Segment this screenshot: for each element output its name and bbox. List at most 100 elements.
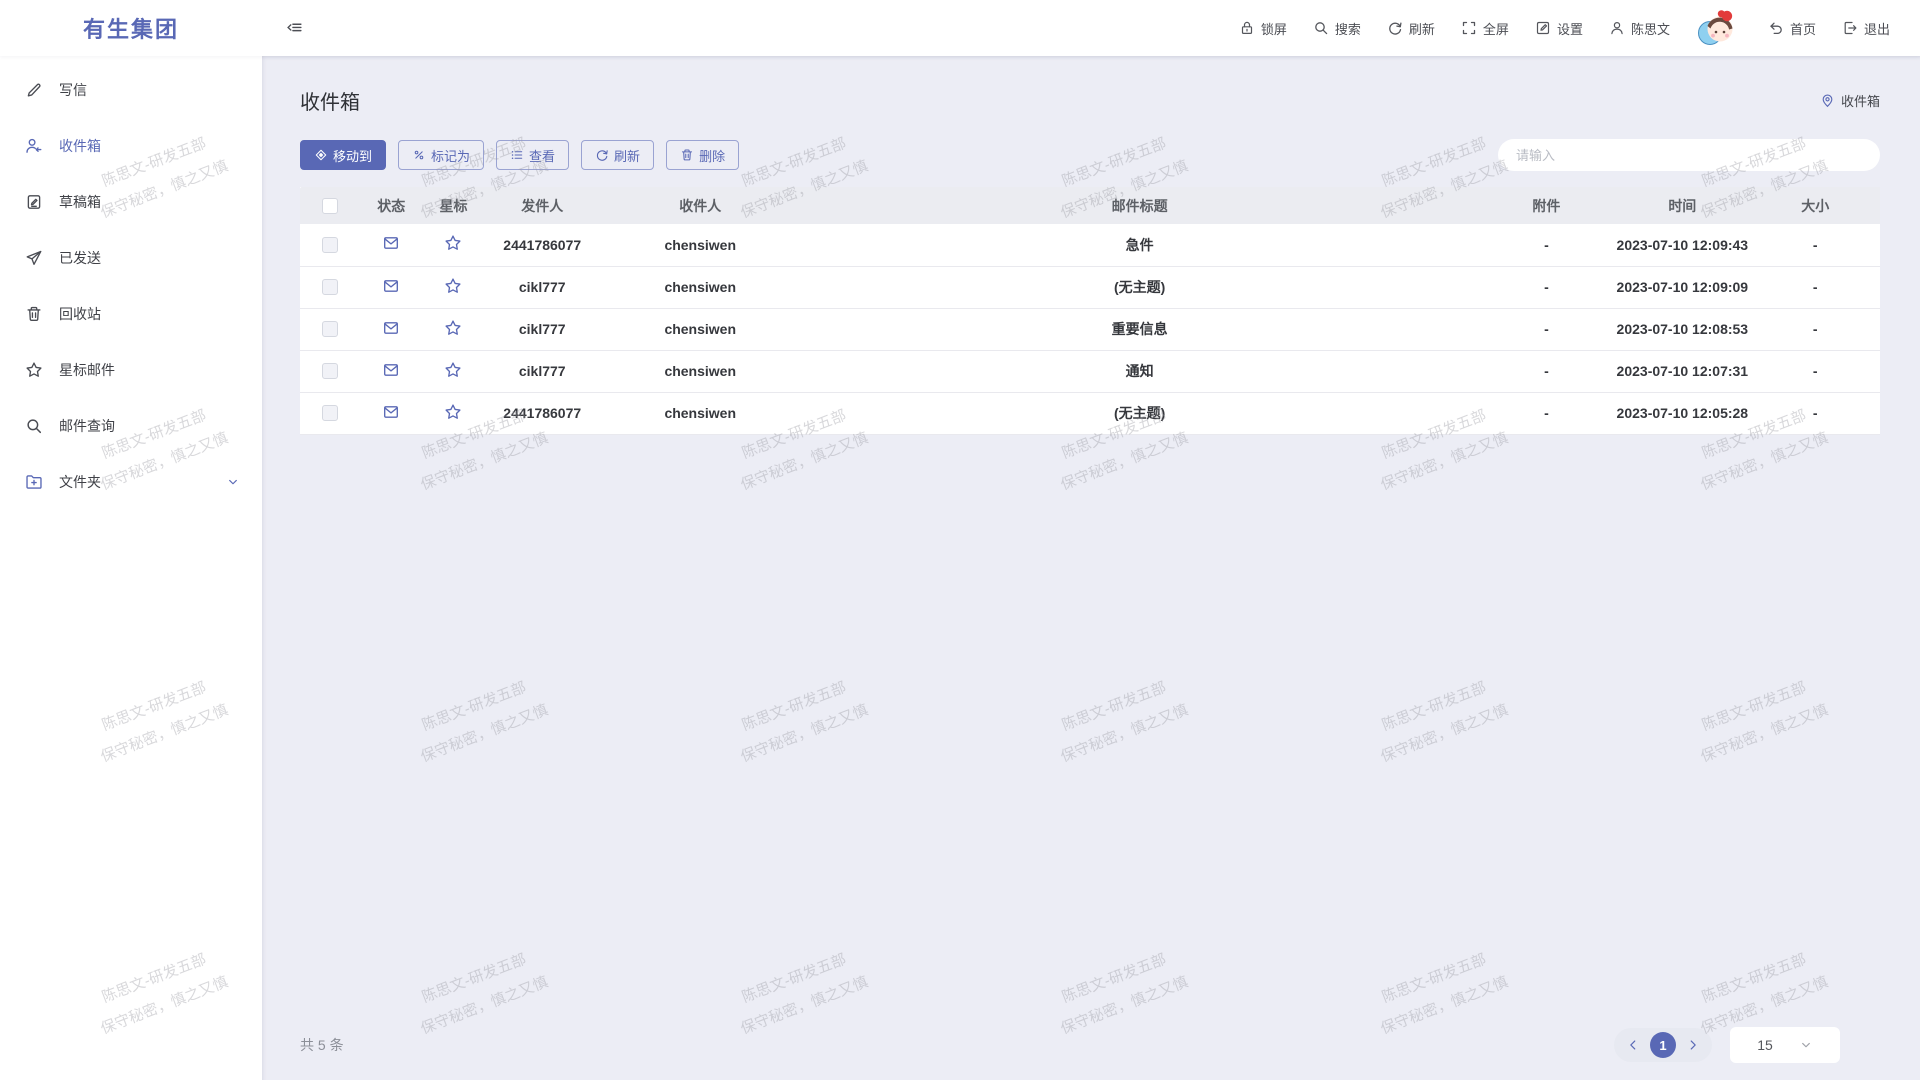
move-icon <box>314 148 328 162</box>
breadcrumb-label: 收件箱 <box>1841 91 1880 110</box>
subject-cell[interactable]: (无主题) <box>801 392 1479 434</box>
attachment-cell: - <box>1479 350 1614 392</box>
lock-screen-button[interactable]: 锁屏 <box>1239 19 1287 38</box>
fullscreen-label: 全屏 <box>1483 19 1509 38</box>
size-cell: - <box>1751 266 1880 308</box>
footer: 共 5 条 1 15 <box>262 1018 1920 1080</box>
mail-table-body: 2441786077 chensiwen 急件 - 2023-07-10 12:… <box>300 224 1880 434</box>
row-checkbox[interactable] <box>322 237 338 253</box>
table-row[interactable]: cikl777 chensiwen (无主题) - 2023-07-10 12:… <box>300 266 1880 308</box>
mark-as-button[interactable]: 标记为 <box>398 140 484 170</box>
search-icon <box>25 417 43 435</box>
sidebar-item-recycle[interactable]: 回收站 <box>0 286 262 342</box>
settings-label: 设置 <box>1557 19 1583 38</box>
sidebar-item-sent[interactable]: 已发送 <box>0 230 262 286</box>
subject-cell[interactable]: 急件 <box>801 224 1479 266</box>
attachment-cell: - <box>1479 308 1614 350</box>
logout-label: 退出 <box>1864 19 1890 38</box>
chevron-down-icon <box>226 475 240 489</box>
list-icon <box>510 148 524 162</box>
trash-icon <box>25 305 43 323</box>
fullscreen-button[interactable]: 全屏 <box>1461 19 1509 38</box>
mark-as-label: 标记为 <box>431 146 470 165</box>
time-cell: 2023-07-10 12:09:43 <box>1614 224 1750 266</box>
page-number-button[interactable]: 1 <box>1650 1032 1676 1058</box>
row-checkbox[interactable] <box>322 279 338 295</box>
sidebar-item-compose[interactable]: 写信 <box>0 62 262 118</box>
user-menu[interactable]: 陈思文 <box>1609 19 1670 38</box>
recipient-cell: chensiwen <box>600 350 801 392</box>
subject-cell[interactable]: (无主题) <box>801 266 1479 308</box>
sidebar-item-label: 邮件查询 <box>59 416 115 436</box>
search-input[interactable] <box>1498 139 1880 171</box>
main-content: 收件箱 收件箱 移动到 标记为 查看 刷新 删除 <box>262 56 1920 1080</box>
prev-page-button[interactable] <box>1626 1038 1640 1052</box>
page-size-select[interactable]: 15 <box>1730 1027 1840 1063</box>
next-page-button[interactable] <box>1686 1038 1700 1052</box>
logout-button[interactable]: 退出 <box>1842 19 1890 38</box>
star-icon[interactable] <box>444 319 462 337</box>
sidebar-item-inbox[interactable]: 收件箱 <box>0 118 262 174</box>
row-checkbox[interactable] <box>322 363 338 379</box>
app-logo: 有生集团 <box>83 17 179 42</box>
trash-icon <box>680 148 694 162</box>
table-row[interactable]: cikl777 chensiwen 通知 - 2023-07-10 12:07:… <box>300 350 1880 392</box>
refresh-list-button[interactable]: 刷新 <box>581 140 654 170</box>
star-icon[interactable] <box>444 234 462 252</box>
col-size: 大小 <box>1751 187 1880 224</box>
table-row[interactable]: 2441786077 chensiwen 急件 - 2023-07-10 12:… <box>300 224 1880 266</box>
percent-mark-icon <box>412 148 426 162</box>
move-to-label: 移动到 <box>333 146 372 165</box>
global-search-button[interactable]: 搜索 <box>1313 19 1361 38</box>
table-row[interactable]: 2441786077 chensiwen (无主题) - 2023-07-10 … <box>300 392 1880 434</box>
sidebar-item-drafts[interactable]: 草稿箱 <box>0 174 262 230</box>
star-icon[interactable] <box>444 277 462 295</box>
recipient-cell: chensiwen <box>600 224 801 266</box>
refresh-page-button[interactable]: 刷新 <box>1387 19 1435 38</box>
pencil-icon <box>25 81 43 99</box>
refresh-icon <box>595 148 609 162</box>
breadcrumb: 收件箱 <box>1820 91 1880 110</box>
move-to-button[interactable]: 移动到 <box>300 140 386 170</box>
total-count: 共 5 条 <box>300 1035 344 1055</box>
home-label: 首页 <box>1790 19 1816 38</box>
lock-icon <box>1239 20 1255 36</box>
settings-button[interactable]: 设置 <box>1535 19 1583 38</box>
sidebar-item-starred[interactable]: 星标邮件 <box>0 342 262 398</box>
sidebar-collapse-button[interactable] <box>286 20 303 37</box>
table-row[interactable]: cikl777 chensiwen 重要信息 - 2023-07-10 12:0… <box>300 308 1880 350</box>
delete-button[interactable]: 删除 <box>666 140 739 170</box>
view-button[interactable]: 查看 <box>496 140 569 170</box>
logo-box: 有生集团 <box>0 12 262 44</box>
avatar[interactable] <box>1696 7 1738 49</box>
mail-table: 状态 星标 发件人 收件人 邮件标题 附件 时间 大小 2441786077 c… <box>300 187 1880 435</box>
attachment-cell: - <box>1479 266 1614 308</box>
star-icon[interactable] <box>444 361 462 379</box>
location-pin-icon <box>1820 93 1835 108</box>
global-search-label: 搜索 <box>1335 19 1361 38</box>
lock-screen-label: 锁屏 <box>1261 19 1287 38</box>
size-cell: - <box>1751 224 1880 266</box>
row-checkbox[interactable] <box>322 405 338 421</box>
refresh-icon <box>1387 20 1403 36</box>
sidebar-item-label: 草稿箱 <box>59 192 101 212</box>
row-checkbox[interactable] <box>322 321 338 337</box>
sidebar-item-label: 写信 <box>59 80 87 100</box>
envelope-icon <box>382 319 400 337</box>
subject-cell[interactable]: 重要信息 <box>801 308 1479 350</box>
envelope-icon <box>382 403 400 421</box>
star-icon[interactable] <box>444 403 462 421</box>
select-all-checkbox[interactable] <box>322 198 338 214</box>
sidebar-item-folders[interactable]: 文件夹 <box>0 454 262 510</box>
time-cell: 2023-07-10 12:07:31 <box>1614 350 1750 392</box>
sidebar-item-mail-search[interactable]: 邮件查询 <box>0 398 262 454</box>
subject-cell[interactable]: 通知 <box>801 350 1479 392</box>
col-sender: 发件人 <box>485 187 600 224</box>
logout-icon <box>1842 20 1858 36</box>
envelope-icon <box>382 234 400 252</box>
envelope-icon <box>382 277 400 295</box>
home-button[interactable]: 首页 <box>1768 19 1816 38</box>
col-attachment: 附件 <box>1479 187 1614 224</box>
sender-cell: 2441786077 <box>485 392 600 434</box>
col-time: 时间 <box>1614 187 1750 224</box>
